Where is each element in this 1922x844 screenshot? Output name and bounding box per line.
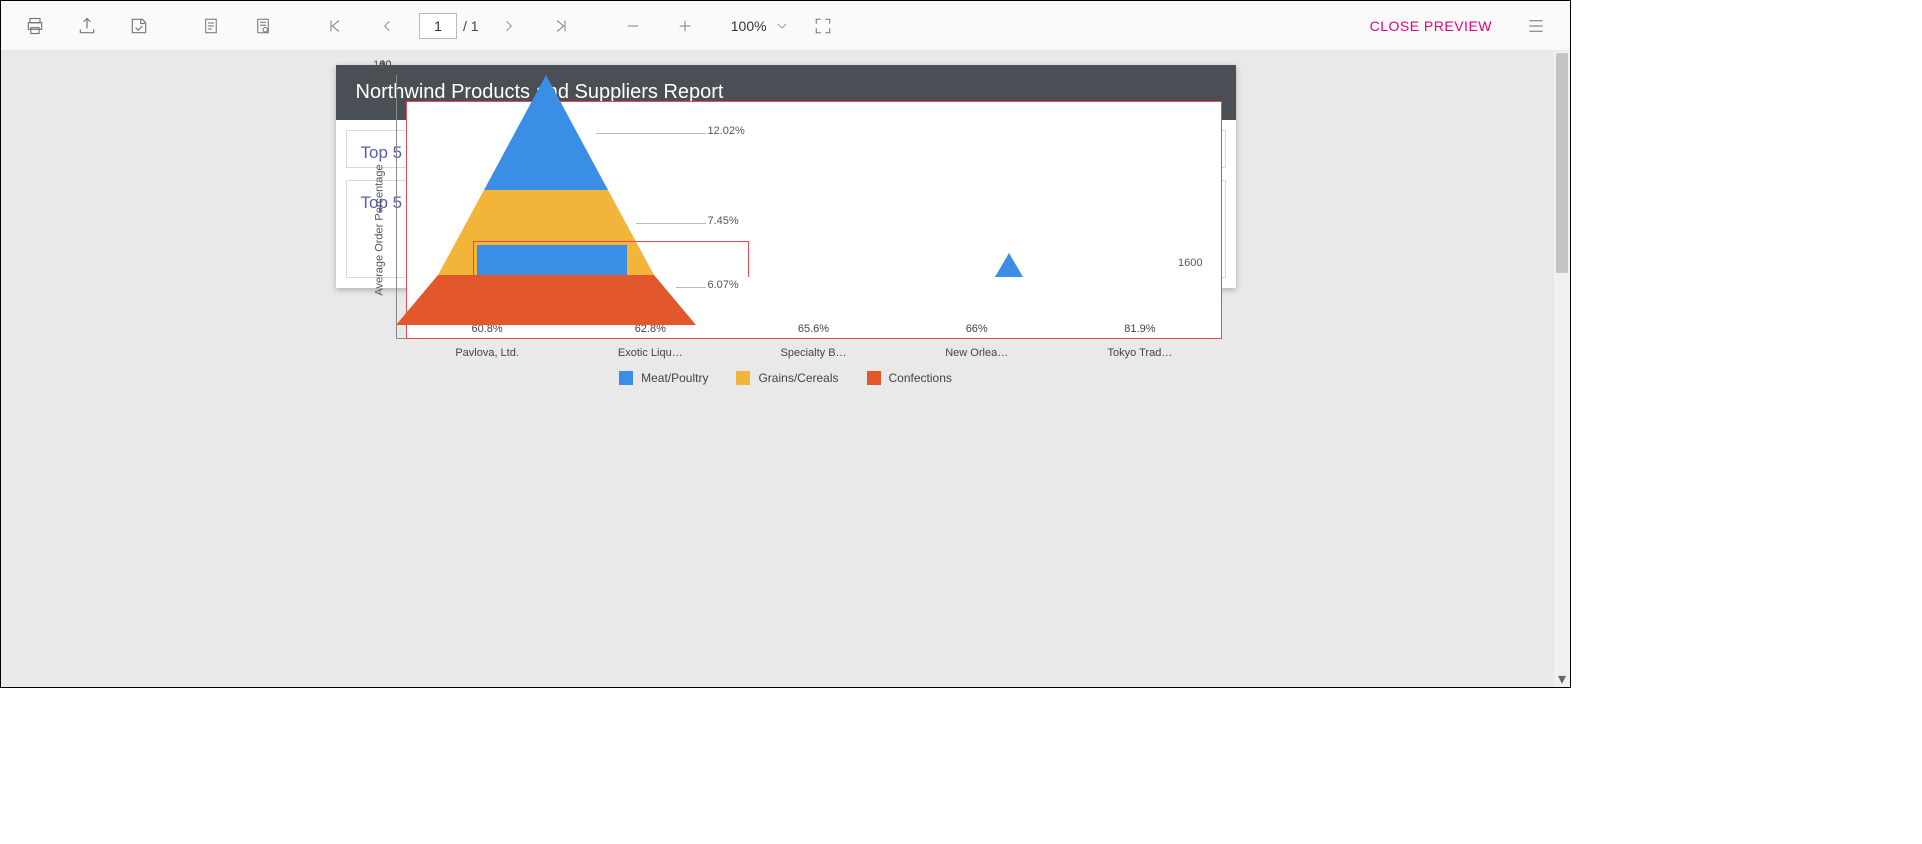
first-page-icon bbox=[327, 18, 343, 34]
funnel-value-label: 6.07% bbox=[708, 279, 739, 291]
export-icon bbox=[77, 16, 97, 36]
zoom-level-label: 100% bbox=[711, 18, 767, 34]
funnel-value-label: 12.02% bbox=[708, 125, 745, 137]
legend-label: Meat/Poultry bbox=[641, 371, 708, 385]
products-sold-chart bbox=[347, 217, 779, 277]
legend-swatch bbox=[736, 371, 750, 385]
preview-viewport: Northwind Products and Suppliers Report … bbox=[1, 51, 1570, 687]
scrollbar-down-arrow[interactable]: ▾ bbox=[1554, 671, 1570, 687]
last-page-button[interactable] bbox=[535, 1, 587, 51]
fullscreen-button[interactable] bbox=[797, 1, 849, 51]
funnel-slice-bottom bbox=[396, 275, 696, 325]
panel-grid: Top 5 Suppliers by Order Percentage Aver… bbox=[336, 120, 1236, 288]
menu-button[interactable] bbox=[1510, 1, 1562, 51]
prev-page-button[interactable] bbox=[361, 1, 413, 51]
minus-icon bbox=[625, 18, 641, 34]
legend-item: Grains/Cereals bbox=[736, 371, 838, 385]
send-button[interactable] bbox=[113, 1, 165, 51]
page-continuous-icon bbox=[254, 16, 272, 36]
leader-line bbox=[596, 133, 706, 134]
scrollbar-thumb[interactable] bbox=[1556, 53, 1568, 273]
single-page-button[interactable] bbox=[185, 1, 237, 51]
funnel-slice-top bbox=[484, 75, 608, 190]
plus-icon bbox=[677, 18, 693, 34]
products-least-chart: 1600 bbox=[793, 217, 1225, 277]
print-button[interactable] bbox=[9, 1, 61, 51]
chevron-down-icon bbox=[776, 20, 788, 32]
zoom-in-button[interactable] bbox=[659, 1, 711, 51]
last-page-icon bbox=[553, 18, 569, 34]
fullscreen-icon bbox=[814, 17, 832, 35]
toolbar: / 1 100% CLOSE PREVIEW bbox=[1, 1, 1570, 51]
legend-item: Confections bbox=[867, 371, 952, 385]
export-button[interactable] bbox=[61, 1, 113, 51]
hamburger-icon bbox=[1526, 17, 1546, 35]
funnel-svg bbox=[376, 75, 716, 325]
legend-swatch bbox=[867, 371, 881, 385]
vertical-scrollbar[interactable]: ▾ bbox=[1554, 51, 1570, 687]
chevron-right-icon bbox=[502, 19, 516, 33]
send-icon bbox=[129, 16, 149, 36]
funnel-slice-top bbox=[995, 253, 1023, 277]
legend-item: Meat/Poultry bbox=[619, 371, 708, 385]
page-number-input[interactable] bbox=[419, 13, 457, 39]
funnel-legend: Meat/Poultry Grains/Cereals Confections bbox=[336, 371, 1236, 385]
zoom-out-button[interactable] bbox=[607, 1, 659, 51]
leader-line bbox=[676, 287, 706, 288]
legend-label: Grains/Cereals bbox=[758, 371, 838, 385]
legend-swatch bbox=[619, 371, 633, 385]
page-total-label: / 1 bbox=[463, 18, 479, 34]
tick-label: 1600 bbox=[1178, 257, 1202, 269]
page-single-icon bbox=[202, 16, 220, 36]
close-preview-button[interactable]: CLOSE PREVIEW bbox=[1352, 18, 1510, 34]
zoom-dropdown[interactable] bbox=[767, 1, 797, 51]
chevron-left-icon bbox=[380, 19, 394, 33]
bar-rect bbox=[477, 245, 627, 275]
print-icon bbox=[25, 16, 45, 36]
panel-categories: Categories with the Least Demand 12.02% … bbox=[792, 130, 1226, 168]
report-page: Northwind Products and Suppliers Report … bbox=[336, 65, 1236, 288]
legend-label: Confections bbox=[889, 371, 952, 385]
next-page-button[interactable] bbox=[483, 1, 535, 51]
continuous-page-button[interactable] bbox=[237, 1, 289, 51]
app-root: / 1 100% CLOSE PREVIEW Northwind Product… bbox=[0, 0, 1571, 688]
first-page-button[interactable] bbox=[309, 1, 361, 51]
